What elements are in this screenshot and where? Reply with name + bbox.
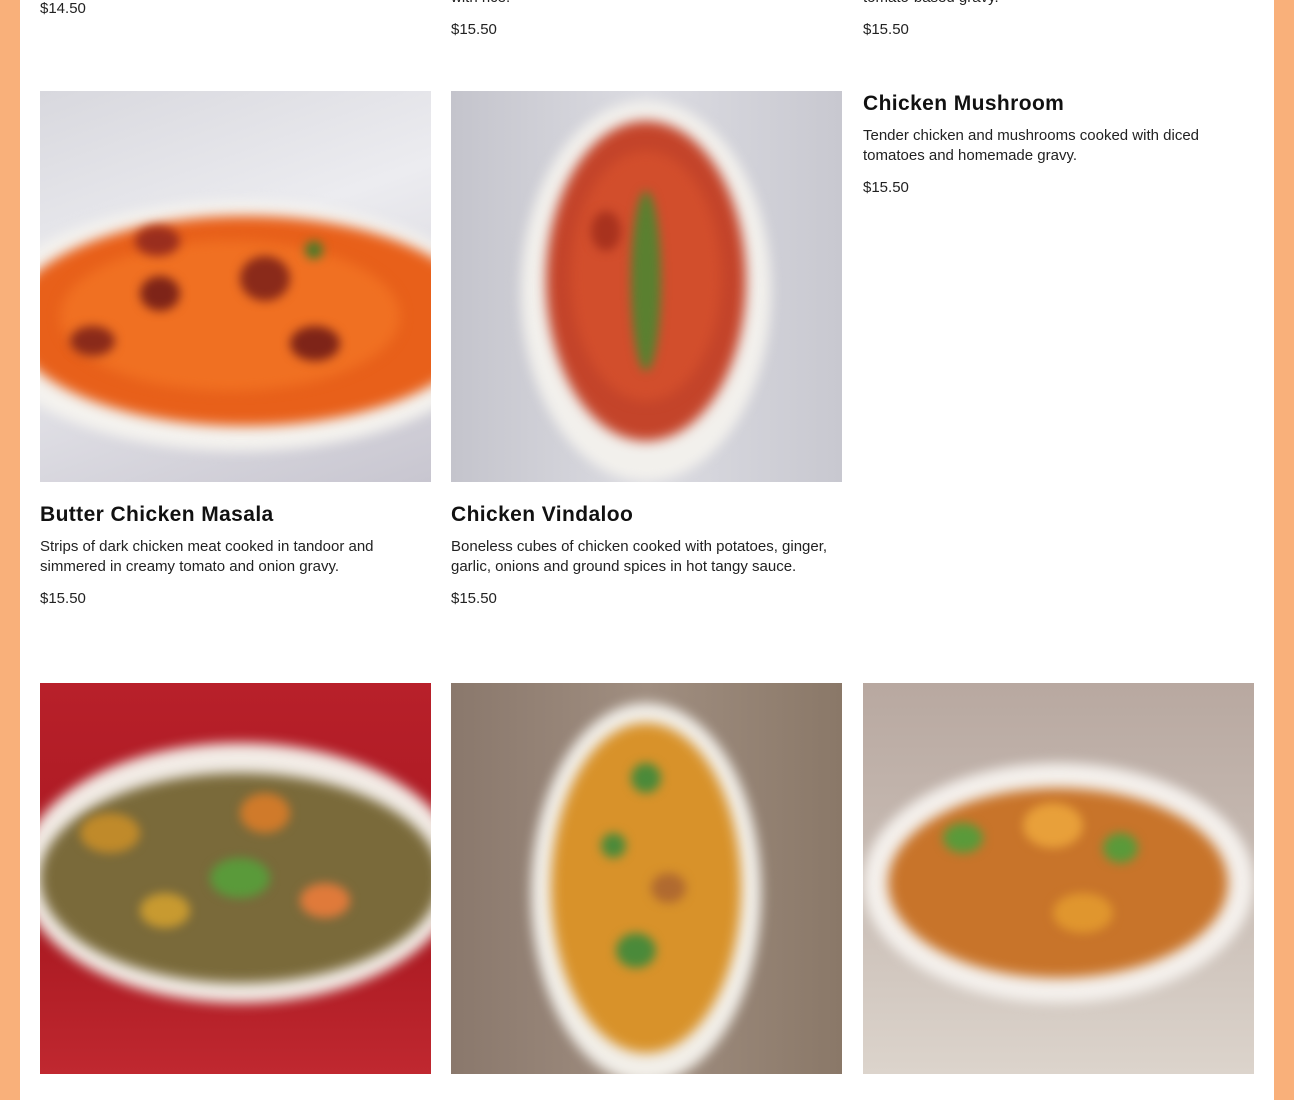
item-price: $15.50	[863, 179, 909, 196]
item-price: $15.50	[451, 590, 497, 607]
dish-photo[interactable]	[40, 91, 431, 482]
dish-photo[interactable]	[451, 683, 842, 1074]
menu-item-chicken-mushroom[interactable]: Chicken Mushroom Tender chicken and mush…	[863, 71, 1254, 198]
menu-item-top-1[interactable]: $14.50	[40, 0, 431, 19]
menu-page: $14.50 with rice. $15.50 tomato-based gr…	[20, 0, 1274, 1100]
item-description: with rice.	[451, 0, 842, 8]
item-description: tomato-based gravy.	[863, 0, 1254, 8]
item-name: Chicken Mushroom	[863, 92, 1065, 115]
menu-item-butter-chicken-masala[interactable]: Butter Chicken Masala Strips of dark chi…	[40, 91, 431, 609]
item-description: Tender chicken and mushrooms cooked with…	[863, 127, 1200, 164]
item-name: Chicken Vindaloo	[451, 503, 634, 526]
dish-photo[interactable]	[40, 683, 431, 1074]
dish-photo[interactable]	[863, 683, 1254, 1074]
item-description: Boneless cubes of chicken cooked with po…	[451, 538, 828, 575]
item-price: $15.50	[863, 21, 909, 38]
menu-item-chicken-vindaloo[interactable]: Chicken Vindaloo Boneless cubes of chick…	[451, 91, 842, 609]
menu-item-row3-3[interactable]	[863, 683, 1254, 1074]
menu-item-top-2[interactable]: with rice. $15.50	[451, 0, 842, 40]
item-price: $15.50	[451, 21, 497, 38]
item-name: Butter Chicken Masala	[40, 503, 274, 526]
item-price: $14.50	[40, 0, 86, 17]
menu-item-row3-2[interactable]	[451, 683, 842, 1074]
menu-item-top-3[interactable]: tomato-based gravy. $15.50	[863, 0, 1254, 40]
item-price: $15.50	[40, 590, 86, 607]
item-description: Strips of dark chicken meat cooked in ta…	[40, 538, 374, 575]
dish-photo[interactable]	[451, 91, 842, 482]
menu-item-row3-1[interactable]	[40, 683, 431, 1074]
